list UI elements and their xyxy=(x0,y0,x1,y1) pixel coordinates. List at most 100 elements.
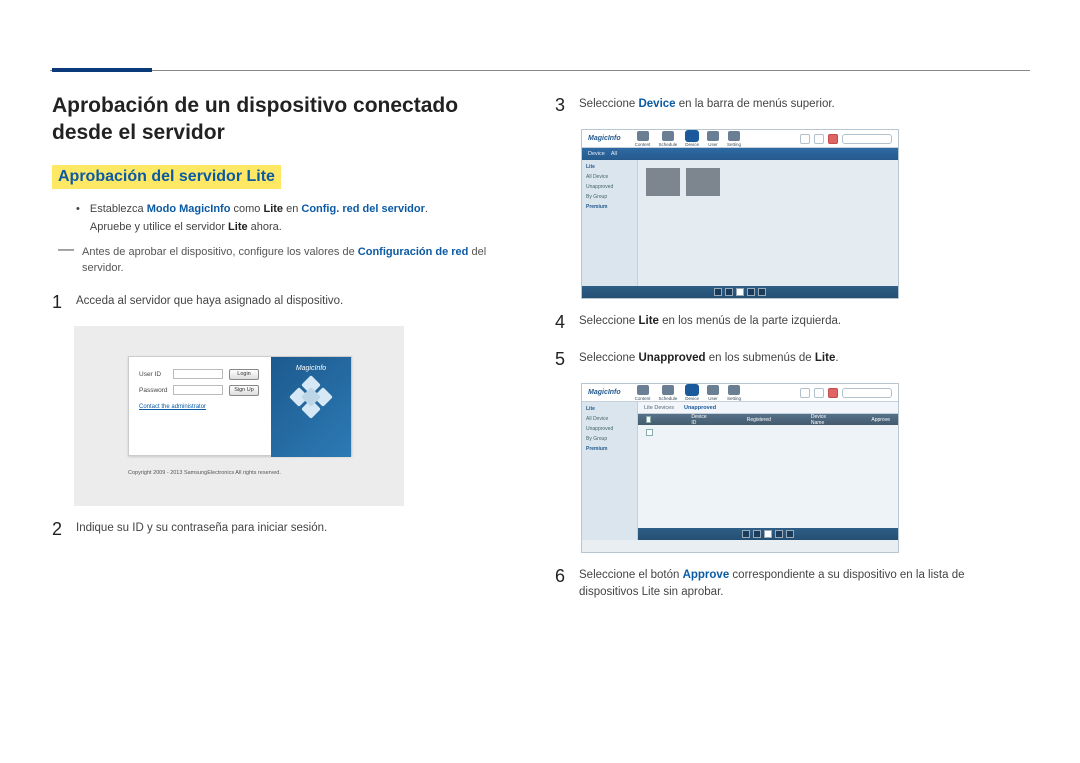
toolbar-icon[interactable] xyxy=(814,388,824,398)
tab-label: Setting xyxy=(727,396,741,401)
copyright-text: Copyright 2009 - 2013 SamsungElectronics… xyxy=(128,470,281,476)
user-icon xyxy=(707,131,719,141)
search-input[interactable] xyxy=(842,134,892,144)
text-fragment: . xyxy=(835,352,838,364)
step-number: 2 xyxy=(52,516,76,543)
text-fragment: en la barra de menús superior. xyxy=(676,98,835,110)
tab-setting[interactable]: Setting xyxy=(727,385,741,401)
tab-device[interactable]: Device xyxy=(685,385,699,401)
page-prev-icon[interactable] xyxy=(725,288,733,296)
user-id-input[interactable] xyxy=(173,369,223,379)
step-text: Seleccione Lite en los menús de la parte… xyxy=(579,309,1025,336)
page-last-icon[interactable] xyxy=(786,530,794,538)
sidebar-item-group[interactable]: By Group xyxy=(586,194,633,200)
select-all-checkbox[interactable] xyxy=(646,416,651,423)
step-text: Seleccione Device en la barra de menús s… xyxy=(579,92,1025,119)
sidebar-item-unapproved[interactable]: Unapproved xyxy=(586,184,633,190)
text-bold: Config. red del servidor xyxy=(301,203,424,215)
right-column: 3 Seleccione Device en la barra de menús… xyxy=(555,92,1025,612)
page-prev-icon[interactable] xyxy=(753,530,761,538)
logout-icon[interactable] xyxy=(828,388,838,398)
contact-admin-link[interactable]: Contact the administrator xyxy=(139,404,259,410)
tab-label: Content xyxy=(635,396,651,401)
magicinfo-logo: MagicInfo xyxy=(588,389,621,396)
bluebar-item[interactable]: All xyxy=(611,151,617,157)
tab-label: Schedule xyxy=(658,142,677,147)
text-fragment: Seleccione xyxy=(579,352,638,364)
tab-user[interactable]: User xyxy=(707,131,719,147)
login-button[interactable]: Login xyxy=(229,369,259,380)
page-first-icon[interactable] xyxy=(742,530,750,538)
toolbar-icon[interactable] xyxy=(814,134,824,144)
setting-icon xyxy=(728,385,740,395)
sidebar-item-lite[interactable]: Lite xyxy=(586,406,633,412)
device-thumb[interactable] xyxy=(646,168,680,196)
app-main xyxy=(638,160,898,286)
sidebar-item-all[interactable]: All Device xyxy=(586,416,633,422)
bullet-2: • Apruebe y utilice el servidor Lite aho… xyxy=(76,219,512,236)
tab-label: Device xyxy=(685,396,699,401)
device-thumb[interactable] xyxy=(686,168,720,196)
top-tabs: Content Schedule Device User Setting xyxy=(635,131,741,147)
tab-schedule[interactable]: Schedule xyxy=(658,385,677,401)
password-input[interactable] xyxy=(173,385,223,395)
page-current[interactable] xyxy=(764,530,772,538)
step-1: 1 Acceda al servidor que haya asignado a… xyxy=(52,289,512,316)
device-icon xyxy=(686,131,698,141)
text-fragment: Seleccione el botón xyxy=(579,569,683,581)
text-bold: Lite xyxy=(228,221,248,233)
tab-user[interactable]: User xyxy=(707,385,719,401)
text-fragment: como xyxy=(230,203,263,215)
step-5: 5 Seleccione Unapproved en los submenús … xyxy=(555,346,1025,373)
text-fragment: Antes de aprobar el dispositivo, configu… xyxy=(82,246,358,258)
logout-icon[interactable] xyxy=(828,134,838,144)
login-form: User ID Login Password Sign Up Contact t… xyxy=(139,369,259,410)
col-device-name: Device Name xyxy=(811,414,831,426)
toolbar-icon[interactable] xyxy=(800,134,810,144)
toolbar-icon[interactable] xyxy=(800,388,810,398)
step-number: 4 xyxy=(555,309,579,336)
page-title: Aprobación de un dispositivo conectado d… xyxy=(52,92,512,147)
tab-device[interactable]: Device xyxy=(685,131,699,147)
tab-schedule[interactable]: Schedule xyxy=(658,131,677,147)
text-fragment: Apruebe y utilice el servidor xyxy=(90,221,228,233)
page-last-icon[interactable] xyxy=(758,288,766,296)
signup-button[interactable]: Sign Up xyxy=(229,385,259,396)
sidebar-item-premium[interactable]: Premium xyxy=(586,204,633,210)
text-bold: Unapproved xyxy=(638,352,705,364)
sidebar-item-premium[interactable]: Premium xyxy=(586,446,633,452)
login-brand-panel: MagicInfo xyxy=(271,357,351,457)
bluebar-item[interactable]: Device xyxy=(588,151,605,157)
sidebar-item-lite[interactable]: Lite xyxy=(586,164,633,170)
sidebar-item-group[interactable]: By Group xyxy=(586,436,633,442)
page-current[interactable] xyxy=(736,288,744,296)
tab-setting[interactable]: Setting xyxy=(727,131,741,147)
app-topbar: MagicInfo Content Schedule Device User S… xyxy=(582,384,898,402)
tab-label: User xyxy=(708,142,718,147)
step-text: Acceda al servidor que haya asignado al … xyxy=(76,289,512,316)
login-card: User ID Login Password Sign Up Contact t… xyxy=(128,356,352,456)
app-screenshot-unapproved: MagicInfo Content Schedule Device User S… xyxy=(581,383,899,553)
text-fragment: ahora. xyxy=(248,221,282,233)
text-fragment: en xyxy=(283,203,301,215)
subtab-lite-devices[interactable]: Lite Devices xyxy=(644,405,674,411)
step-text: Seleccione Unapproved en los submenús de… xyxy=(579,346,1025,373)
table-row[interactable] xyxy=(638,425,898,439)
setting-icon xyxy=(728,131,740,141)
bullet-dot-icon: • xyxy=(76,201,80,218)
tab-content[interactable]: Content xyxy=(635,131,651,147)
page-first-icon[interactable] xyxy=(714,288,722,296)
subtab-unapproved[interactable]: Unapproved xyxy=(684,405,716,411)
sidebar-item-unapproved[interactable]: Unapproved xyxy=(586,426,633,432)
tab-content[interactable]: Content xyxy=(635,385,651,401)
sidebar-item-all[interactable]: All Device xyxy=(586,174,633,180)
page-next-icon[interactable] xyxy=(775,530,783,538)
search-input[interactable] xyxy=(842,388,892,398)
page-next-icon[interactable] xyxy=(747,288,755,296)
step-number: 1 xyxy=(52,289,76,316)
app-screenshot-device: MagicInfo Content Schedule Device User S… xyxy=(581,129,899,299)
bullet-1: • Establezca Modo MagicInfo como Lite en… xyxy=(76,201,512,218)
text-bold: Device xyxy=(638,98,675,110)
note-text: Antes de aprobar el dispositivo, configu… xyxy=(82,244,512,277)
row-checkbox[interactable] xyxy=(646,429,653,436)
